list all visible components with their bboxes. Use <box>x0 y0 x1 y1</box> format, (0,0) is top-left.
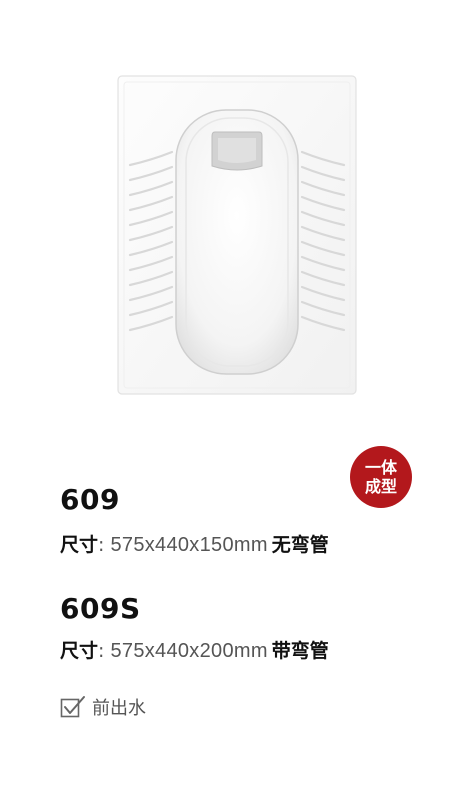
size-label: 尺寸 <box>60 534 99 556</box>
model-number: 609S <box>60 592 141 625</box>
squat-toilet-image <box>117 75 357 395</box>
size-colon: : <box>98 534 111 556</box>
checkbox-checked-icon <box>60 696 85 718</box>
feature-label: 前出水 <box>92 698 146 719</box>
one-piece-badge: 一体 成型 <box>350 446 412 508</box>
size-dimensions: 575x440x200mm <box>110 640 268 662</box>
model-number: 609 <box>60 483 120 516</box>
pipe-note: 无弯管 <box>271 534 329 556</box>
badge-line-1: 一体 <box>364 458 397 477</box>
front-outlet-feature: 前出水 <box>60 694 146 720</box>
size-colon: : <box>98 640 111 662</box>
pipe-note: 带弯管 <box>271 640 329 662</box>
size-spec: 尺寸: 575x440x200mm 带弯管 <box>60 636 329 663</box>
badge-line-2: 成型 <box>364 477 397 496</box>
size-spec: 尺寸: 575x440x150mm 无弯管 <box>60 530 329 557</box>
size-dimensions: 575x440x150mm <box>110 534 268 556</box>
size-label: 尺寸 <box>60 640 99 662</box>
